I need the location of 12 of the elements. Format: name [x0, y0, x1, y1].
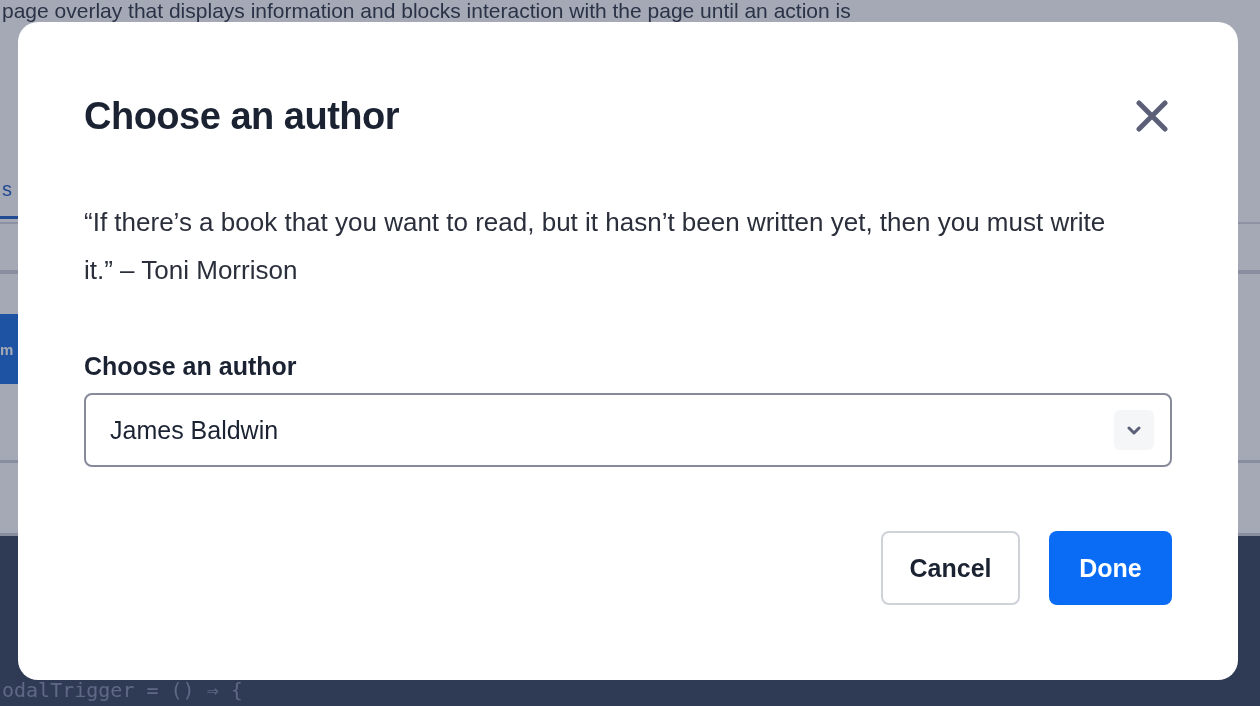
close-icon [1136, 100, 1168, 132]
select-value: James Baldwin [110, 415, 279, 445]
done-button[interactable]: Done [1049, 531, 1172, 605]
cancel-button[interactable]: Cancel [881, 531, 1020, 605]
select-field[interactable]: James Baldwin [84, 393, 1172, 467]
intro-text: page overlay that displays information and blocks interaction with the page until an action is [1, 0, 852, 22]
modal-title: Choose an author [84, 94, 400, 138]
button[interactable]: m [0, 314, 18, 384]
dropdown-toggle[interactable] [1114, 410, 1154, 450]
field-label: Choose an author [84, 352, 298, 381]
quote-text: “If there’s a book that you want to read, but it hasn’t been written yet, then you must write it.” – Toni Morrison [84, 206, 1107, 287]
chevron-down-icon [1127, 425, 1141, 435]
